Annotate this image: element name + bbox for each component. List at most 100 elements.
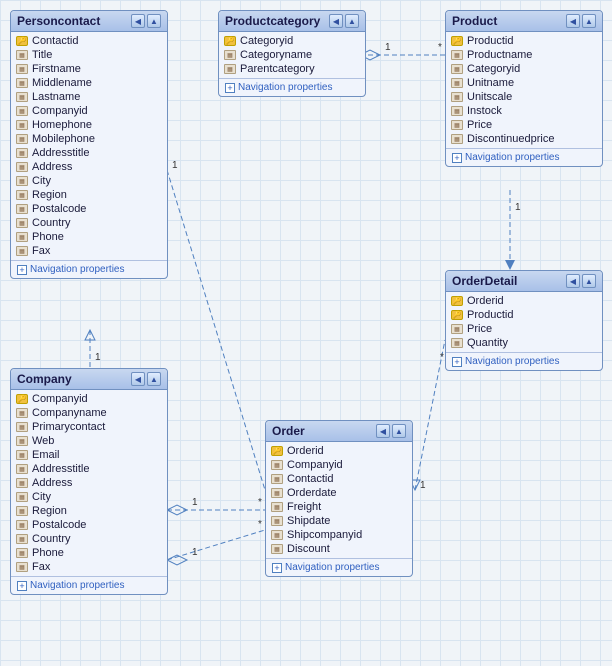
field-table-icon: ▦ [15, 561, 29, 573]
company-nav[interactable]: + Navigation properties [11, 576, 167, 594]
svg-text:*: * [440, 352, 444, 363]
field-table-icon: ▦ [223, 49, 237, 61]
field-table-icon: ▦ [270, 501, 284, 513]
entity-title-personcontact: Personcontact [17, 14, 100, 28]
table-row: ▦ Web [11, 434, 167, 448]
entity-personcontact: Personcontact ◀ ▲ 🔑 Contactid ▦ Title ▦ … [10, 10, 168, 279]
orderdetail-scroll-icon[interactable]: ◀ [566, 274, 580, 288]
orderdetail-expand-icon[interactable]: ▲ [582, 274, 596, 288]
key-icon: 🔑 [15, 35, 29, 47]
entity-title-productcategory: Productcategory [225, 14, 320, 28]
entity-product: Product ◀ ▲ 🔑 Productid ▦ Productname ▦ … [445, 10, 603, 167]
product-nav[interactable]: + Navigation properties [446, 148, 602, 166]
table-row: ▦ Companyname [11, 406, 167, 420]
personcontact-scroll-icon[interactable]: ◀ [131, 14, 145, 28]
field-table-icon: ▦ [15, 63, 29, 75]
field-table-icon: ▦ [450, 323, 464, 335]
key-icon: 🔑 [223, 35, 237, 47]
table-row: ▦ Country [11, 532, 167, 546]
order-scroll-icon[interactable]: ◀ [376, 424, 390, 438]
svg-text:*: * [258, 497, 262, 508]
field-table-icon: ▦ [15, 49, 29, 61]
key-icon: 🔑 [450, 35, 464, 47]
nav-plus-icon[interactable]: + [452, 153, 462, 163]
table-row: ▦ Freight [266, 500, 412, 514]
field-table-icon: ▦ [15, 505, 29, 517]
order-nav[interactable]: + Navigation properties [266, 558, 412, 576]
table-row: ▦ Contactid [266, 472, 412, 486]
entity-orderdetail: OrderDetail ◀ ▲ 🔑 Orderid 🔑 Productid ▦ … [445, 270, 603, 371]
entity-company: Company ◀ ▲ 🔑 Companyid ▦ Companyname ▦ … [10, 368, 168, 595]
svg-text:1: 1 [385, 42, 391, 53]
table-row: ▦ Unitname [446, 76, 602, 90]
field-table-icon: ▦ [450, 105, 464, 117]
field-table-icon: ▦ [270, 487, 284, 499]
table-row: 🔑 Orderid [266, 444, 412, 458]
table-row: ▦ Addresstitle [11, 146, 167, 160]
table-row: ▦ Middlename [11, 76, 167, 90]
table-row: 🔑 Companyid [11, 392, 167, 406]
entity-productcategory: Productcategory ◀ ▲ 🔑 Categoryid ▦ Categ… [218, 10, 366, 97]
svg-text:1: 1 [192, 497, 198, 508]
table-row: 🔑 Orderid [446, 294, 602, 308]
table-row: ▦ Discount [266, 542, 412, 556]
field-table-icon: ▦ [15, 519, 29, 531]
field-table-icon: ▦ [15, 203, 29, 215]
nav-plus-icon[interactable]: + [272, 563, 282, 573]
product-fields: 🔑 Productid ▦ Productname ▦ Categoryid ▦… [446, 32, 602, 148]
table-row: ▦ Fax [11, 244, 167, 258]
company-scroll-icon[interactable]: ◀ [131, 372, 145, 386]
field-table-icon: ▦ [15, 245, 29, 257]
field-table-icon: ▦ [270, 515, 284, 527]
table-row: ▦ Email [11, 448, 167, 462]
field-table-icon: ▦ [15, 133, 29, 145]
field-table-icon: ▦ [15, 231, 29, 243]
company-expand-icon[interactable]: ▲ [147, 372, 161, 386]
field-table-icon: ▦ [15, 435, 29, 447]
svg-text:1: 1 [192, 547, 198, 558]
nav-plus-icon[interactable]: + [452, 357, 462, 367]
svg-text:1: 1 [172, 160, 178, 171]
field-table-icon: ▦ [15, 161, 29, 173]
product-scroll-icon[interactable]: ◀ [566, 14, 580, 28]
svg-text:*: * [258, 519, 262, 530]
table-row: ▦ Price [446, 118, 602, 132]
entity-header-company: Company ◀ ▲ [11, 369, 167, 390]
field-table-icon: ▦ [15, 421, 29, 433]
table-row: 🔑 Productid [446, 34, 602, 48]
table-row: ▦ Phone [11, 230, 167, 244]
personcontact-fields: 🔑 Contactid ▦ Title ▦ Firstname ▦ Middle… [11, 32, 167, 260]
svg-text:1: 1 [420, 480, 426, 491]
table-row: 🔑 Productid [446, 308, 602, 322]
table-row: ▦ Fax [11, 560, 167, 574]
field-table-icon: ▦ [270, 529, 284, 541]
field-table-icon: ▦ [15, 463, 29, 475]
field-table-icon: ▦ [15, 407, 29, 419]
table-row: ▦ Address [11, 160, 167, 174]
field-table-icon: ▦ [15, 477, 29, 489]
table-row: ▦ Price [446, 322, 602, 336]
table-row: ▦ Categoryid [446, 62, 602, 76]
productcategory-scroll-icon[interactable]: ◀ [329, 14, 343, 28]
personcontact-expand-icon[interactable]: ▲ [147, 14, 161, 28]
entity-header-order: Order ◀ ▲ [266, 421, 412, 442]
field-table-icon: ▦ [15, 533, 29, 545]
product-expand-icon[interactable]: ▲ [582, 14, 596, 28]
table-row: ▦ Productname [446, 48, 602, 62]
field-table-icon: ▦ [450, 133, 464, 145]
nav-plus-icon[interactable]: + [17, 581, 27, 591]
table-row: 🔑 Contactid [11, 34, 167, 48]
table-row: ▦ Firstname [11, 62, 167, 76]
productcategory-fields: 🔑 Categoryid ▦ Categoryname ▦ Parentcate… [219, 32, 365, 78]
productcategory-nav[interactable]: + Navigation properties [219, 78, 365, 96]
personcontact-nav[interactable]: + Navigation properties [11, 260, 167, 278]
table-row: ▦ City [11, 490, 167, 504]
nav-plus-icon[interactable]: + [225, 83, 235, 93]
nav-plus-icon[interactable]: + [17, 265, 27, 275]
productcategory-expand-icon[interactable]: ▲ [345, 14, 359, 28]
orderdetail-fields: 🔑 Orderid 🔑 Productid ▦ Price ▦ Quantity [446, 292, 602, 352]
table-row: ▦ City [11, 174, 167, 188]
entity-header-personcontact: Personcontact ◀ ▲ [11, 11, 167, 32]
order-expand-icon[interactable]: ▲ [392, 424, 406, 438]
orderdetail-nav[interactable]: + Navigation properties [446, 352, 602, 370]
